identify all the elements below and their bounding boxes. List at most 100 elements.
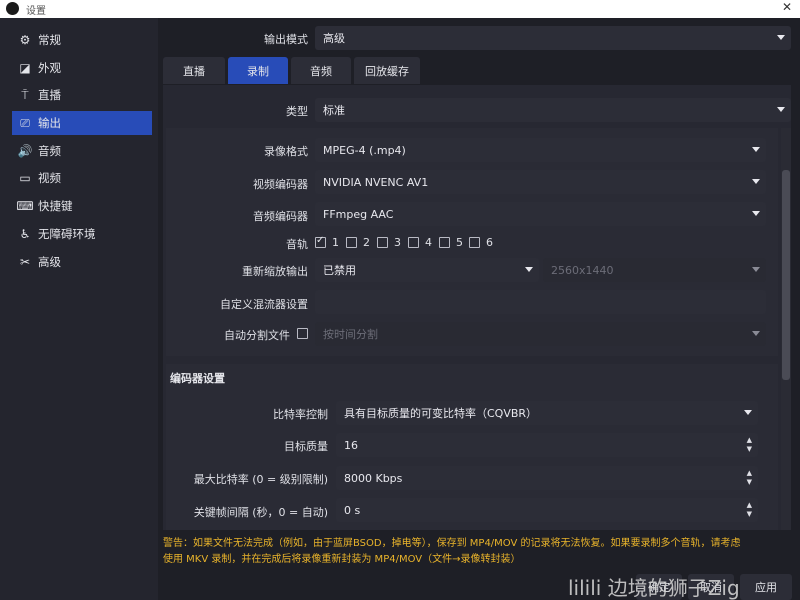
format-select[interactable]: MPEG-4 (.mp4) <box>315 138 766 162</box>
output-icon: ⎚ <box>20 115 30 130</box>
sidebar-item-video[interactable]: ▭ 视频 <box>12 166 152 190</box>
tracks-label: 音轨 <box>286 238 308 251</box>
monitor-icon: ▭ <box>19 171 31 185</box>
track-5-checkbox[interactable] <box>439 237 450 248</box>
chevron-down-icon <box>752 147 760 152</box>
warning-line-2: 使用 MKV 录制，并在完成后将录像重新封装为 MP4/MOV（文件→录像转封装… <box>163 554 521 565</box>
rescale-value: 已禁用 <box>323 264 356 277</box>
track-3-label: 3 <box>394 236 401 249</box>
speaker-icon: 🔊 <box>17 144 33 158</box>
track-1-label: 1 <box>332 236 339 249</box>
settings-sidebar: ⚙ 常规 ◪ 外观 ⍑ 直播 ⎚ 输出 🔊 音频 ▭ 视频 ⌨ 快捷键 ♿ 无障… <box>0 18 158 600</box>
type-value: 标准 <box>323 104 345 117</box>
chevron-down-icon <box>744 410 752 415</box>
rate-control-select[interactable]: 具有目标质量的可变比特率（CQVBR） <box>336 401 758 425</box>
tab-stream[interactable]: 直播 <box>163 57 225 84</box>
chevron-down-icon <box>525 267 533 272</box>
audio-encoder-select[interactable]: FFmpeg AAC <box>315 202 766 226</box>
video-encoder-value: NVIDIA NVENC AV1 <box>323 175 429 189</box>
accessibility-icon: ♿ <box>19 227 31 241</box>
output-mode-value: 高级 <box>323 32 345 45</box>
appearance-icon: ◪ <box>19 61 31 75</box>
apply-button[interactable]: 应用 <box>740 574 792 600</box>
spin-arrows-icon[interactable]: ▲ ▼ <box>747 501 752 519</box>
tab-audio[interactable]: 音频 <box>291 57 351 84</box>
track-2-checkbox[interactable] <box>346 237 357 248</box>
sidebar-item-appearance[interactable]: ◪ 外观 <box>12 56 152 80</box>
audio-encoder-value: FFmpeg AAC <box>323 207 394 221</box>
scrollbar-thumb[interactable] <box>782 170 790 380</box>
spin-arrows-icon[interactable]: ▲ ▼ <box>747 436 752 454</box>
sidebar-item-general[interactable]: ⚙ 常规 <box>12 28 152 52</box>
sidebar-item-advanced[interactable]: ✂ 高级 <box>12 250 152 274</box>
sidebar-item-label: 音频 <box>38 144 61 158</box>
window-title: 设置 <box>26 6 46 17</box>
chevron-down-icon <box>752 267 760 272</box>
warning-line-1: 警告：如果文件无法完成（例如，由于蓝屏BSOD，掉电等），保存到 MP4/MOV… <box>163 538 741 549</box>
sidebar-item-label: 高级 <box>38 255 61 269</box>
track-3-checkbox[interactable] <box>377 237 388 248</box>
tab-replay-buffer[interactable]: 回放缓存 <box>354 57 420 84</box>
track-4-label: 4 <box>425 236 432 249</box>
max-bitrate-label: 最大比特率 (0 = 级别限制) <box>193 473 328 486</box>
chevron-down-icon <box>777 107 785 112</box>
sidebar-item-label: 视频 <box>38 171 61 185</box>
target-quality-label: 目标质量 <box>284 440 328 453</box>
close-icon[interactable]: ✕ <box>782 0 792 14</box>
custom-muxer-input[interactable] <box>315 290 766 314</box>
chevron-down-icon <box>752 331 760 336</box>
track-2-label: 2 <box>363 236 370 249</box>
target-quality-value: 16 <box>344 438 358 452</box>
gear-icon: ⚙ <box>19 33 31 47</box>
auto-split-label: 自动分割文件 <box>224 329 290 342</box>
rescale-resolution-value: 2560x1440 <box>551 263 614 277</box>
auto-split-value: 按时间分割 <box>323 328 378 341</box>
sidebar-item-audio[interactable]: 🔊 音频 <box>12 139 152 163</box>
audio-encoder-label: 音频编码器 <box>253 210 308 223</box>
format-label: 录像格式 <box>264 145 308 158</box>
auto-split-checkbox[interactable] <box>297 328 308 339</box>
rescale-select[interactable]: 已禁用 <box>315 258 539 282</box>
track-1-checkbox[interactable] <box>315 235 326 248</box>
tools-icon: ✂ <box>19 255 31 269</box>
sidebar-item-output[interactable]: ⎚ 输出 <box>12 111 152 135</box>
chevron-down-icon <box>752 211 760 216</box>
sidebar-item-label: 常规 <box>38 33 61 47</box>
max-bitrate-value: 8000 Kbps <box>344 471 403 485</box>
sidebar-item-stream[interactable]: ⍑ 直播 <box>12 83 152 107</box>
sidebar-item-accessibility[interactable]: ♿ 无障碍环境 <box>12 222 152 246</box>
track-4-checkbox[interactable] <box>408 237 419 248</box>
target-quality-spinbox[interactable]: 16 ▲ ▼ <box>336 433 758 457</box>
chevron-down-icon <box>777 35 785 40</box>
track-6-label: 6 <box>486 236 493 249</box>
sidebar-item-label: 外观 <box>38 61 61 75</box>
output-mode-label: 输出模式 <box>264 33 308 46</box>
rescale-label: 重新缩放输出 <box>242 265 308 278</box>
keyboard-icon: ⌨ <box>16 199 34 213</box>
rescale-resolution-select[interactable]: 2560x1440 <box>543 258 766 282</box>
watermark: lilili 边境的狮子Zig <box>568 576 740 600</box>
spin-arrows-icon[interactable]: ▲ ▼ <box>747 469 752 487</box>
max-bitrate-spinbox[interactable]: 8000 Kbps ▲ ▼ <box>336 466 758 490</box>
rate-control-label: 比特率控制 <box>273 408 328 421</box>
sidebar-item-label: 输出 <box>38 116 61 130</box>
title-bar: 设置 ✕ <box>0 0 800 18</box>
track-6-checkbox[interactable] <box>469 237 480 248</box>
type-select[interactable]: 标准 <box>315 98 791 122</box>
output-mode-select[interactable]: 高级 <box>315 26 791 50</box>
video-encoder-select[interactable]: NVIDIA NVENC AV1 <box>315 170 766 194</box>
chevron-down-icon <box>752 179 760 184</box>
antenna-icon: ⍑ <box>21 87 29 102</box>
tab-recording[interactable]: 录制 <box>228 57 288 84</box>
auto-split-select[interactable]: 按时间分割 <box>315 322 766 346</box>
video-encoder-label: 视频编码器 <box>253 178 308 191</box>
sidebar-item-hotkeys[interactable]: ⌨ 快捷键 <box>12 194 152 218</box>
keyframe-value: 0 s <box>344 503 361 517</box>
keyframe-label: 关键帧间隔 (秒，0 = 自动) <box>193 506 328 519</box>
keyframe-spinbox[interactable]: 0 s ▲ ▼ <box>336 498 758 522</box>
custom-muxer-label: 自定义混流器设置 <box>220 298 308 311</box>
sidebar-item-label: 无障碍环境 <box>38 227 96 241</box>
sidebar-item-label: 直播 <box>38 88 61 102</box>
type-label: 类型 <box>286 105 308 118</box>
encoder-settings-title: 编码器设置 <box>170 372 225 385</box>
